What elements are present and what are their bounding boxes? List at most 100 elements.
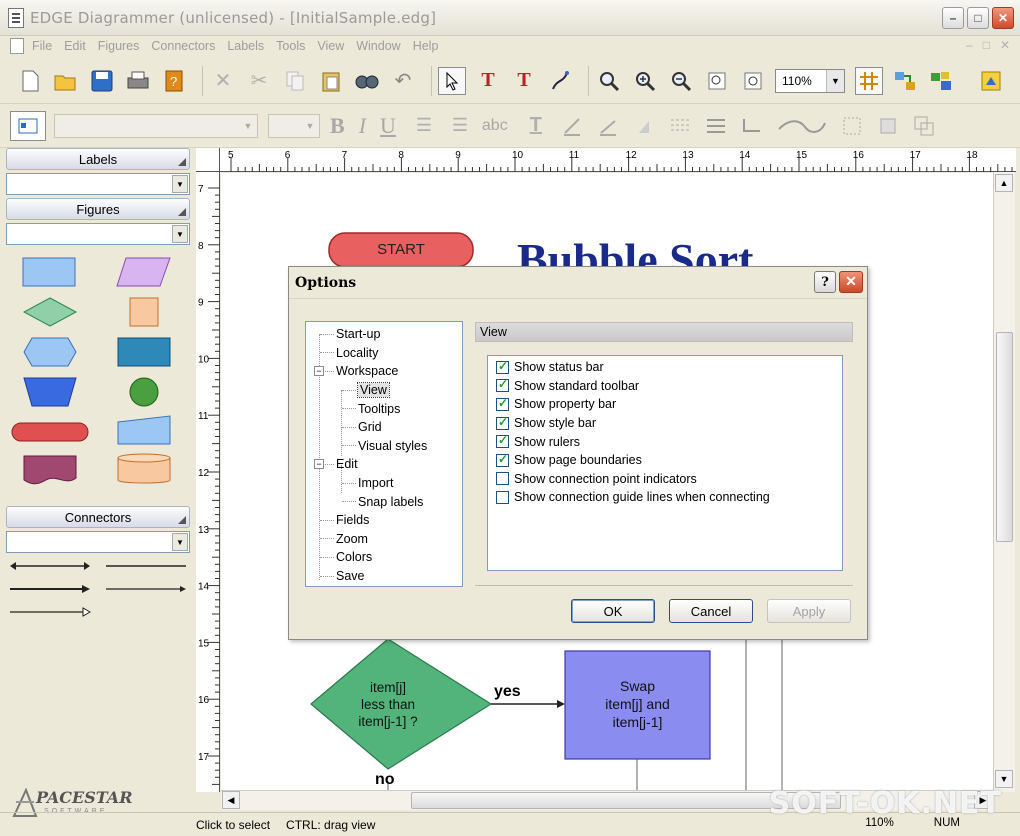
underline-button[interactable]: U	[380, 113, 396, 139]
tree-item-zoom[interactable]: Zoom	[306, 530, 462, 549]
option-show-connection-point-indicators[interactable]: Show connection point indicators	[496, 470, 842, 489]
connect-tool-icon[interactable]	[546, 67, 574, 95]
bring-front-icon[interactable]	[838, 112, 866, 140]
chevron-down-icon[interactable]: ▼	[239, 115, 257, 137]
scroll-left-button[interactable]: ◀	[222, 791, 240, 809]
vertical-scrollbar[interactable]: ▲ ▼	[993, 172, 1015, 792]
cancel-button[interactable]: Cancel	[669, 599, 753, 623]
curve-icon[interactable]	[774, 112, 830, 140]
collapse-toggle-icon[interactable]: −	[314, 459, 324, 470]
new-document-icon[interactable]	[16, 67, 44, 95]
parallelogram-figure[interactable]	[116, 256, 172, 288]
find-icon[interactable]	[353, 67, 381, 95]
connectors-panel-header[interactable]: Connectors	[6, 506, 190, 528]
text-color-icon[interactable]: T	[522, 112, 550, 140]
zoom-in-icon[interactable]	[631, 67, 659, 95]
ok-button[interactable]: OK	[571, 599, 655, 623]
option-show-connection-guide-lines[interactable]: Show connection guide lines when connect…	[496, 488, 842, 507]
pen-color-icon[interactable]	[594, 112, 622, 140]
menu-edit[interactable]: Edit	[64, 39, 86, 53]
align-left-icon[interactable]: ☰	[410, 112, 438, 140]
fill-color-icon[interactable]	[630, 112, 658, 140]
square-figure[interactable]	[128, 296, 160, 328]
zoom-page-icon[interactable]	[703, 67, 731, 95]
vertical-scroll-thumb[interactable]	[996, 332, 1013, 542]
chevron-down-icon[interactable]: ▼	[172, 533, 188, 551]
delete-icon[interactable]: ✕	[209, 67, 237, 95]
bold-button[interactable]: B	[330, 113, 345, 139]
checkbox[interactable]	[496, 359, 509, 374]
hexagon-figure[interactable]	[22, 336, 78, 368]
print-icon[interactable]	[124, 67, 152, 95]
plain-line-connector[interactable]	[104, 560, 188, 572]
menu-tools[interactable]: Tools	[276, 39, 305, 53]
maximize-button[interactable]: □	[967, 7, 989, 29]
grid-icon[interactable]	[855, 66, 883, 95]
dialog-close-button[interactable]: ✕	[839, 271, 863, 293]
tree-item-view[interactable]: View	[306, 381, 462, 400]
chevron-down-icon[interactable]: ▼	[826, 69, 844, 92]
open-arrow-connector[interactable]	[8, 606, 92, 618]
trapezoid-figure[interactable]	[22, 376, 78, 408]
checkbox[interactable]	[496, 377, 509, 393]
menu-labels[interactable]: Labels	[227, 39, 264, 53]
menu-window[interactable]: Window	[356, 39, 400, 53]
labels-panel-header[interactable]: Labels	[6, 148, 190, 170]
cylinder-figure[interactable]	[116, 452, 172, 486]
tree-item-colors[interactable]: Colors	[306, 548, 462, 567]
text-tool-icon[interactable]: T	[474, 67, 502, 95]
dialog-help-button[interactable]: ?	[814, 271, 836, 293]
tree-item-fields[interactable]: Fields	[306, 511, 462, 530]
rectangle-figure[interactable]	[22, 256, 78, 288]
collapse-toggle-icon[interactable]: −	[314, 366, 324, 377]
zoom-icon[interactable]	[595, 67, 623, 95]
cut-icon[interactable]: ✂	[245, 67, 273, 95]
connectors-palette-icon[interactable]	[891, 67, 919, 95]
option-show-rulers[interactable]: Show rulers	[496, 432, 842, 451]
figures-palette-icon[interactable]	[927, 67, 955, 95]
tree-item-visual-styles[interactable]: Visual styles	[306, 437, 462, 456]
chevron-down-icon[interactable]: ▼	[301, 115, 319, 137]
connector-style-icon[interactable]	[738, 112, 766, 140]
apply-button[interactable]: Apply	[767, 599, 851, 623]
save-icon[interactable]	[88, 67, 116, 95]
document-figure[interactable]	[22, 454, 78, 486]
checkbox[interactable]	[496, 415, 509, 430]
zoom-out-icon[interactable]	[667, 67, 695, 95]
doc-close-button[interactable]: ✕	[1000, 38, 1010, 52]
minimize-button[interactable]: –	[942, 7, 964, 29]
tree-item-workspace[interactable]: − Workspace	[306, 362, 462, 381]
font-name-select[interactable]: ▼	[54, 113, 258, 138]
document-icon[interactable]	[10, 38, 24, 54]
font-size-select[interactable]: ▼	[268, 113, 320, 138]
circle-figure[interactable]	[128, 376, 160, 408]
connectors-select[interactable]: ▼	[6, 531, 190, 553]
menu-file[interactable]: File	[32, 39, 52, 53]
doc-restore-button[interactable]: □	[983, 38, 990, 52]
layout-icon[interactable]	[10, 110, 46, 141]
scroll-up-button[interactable]: ▲	[995, 174, 1013, 192]
tree-item-save[interactable]: Save	[306, 567, 462, 586]
line-style-icon[interactable]	[666, 112, 694, 140]
copy-icon[interactable]	[281, 67, 309, 95]
select-pointer-icon[interactable]	[438, 66, 466, 95]
thin-arrow-connector[interactable]	[104, 583, 188, 595]
doc-minimize-button[interactable]: –	[966, 38, 973, 52]
menu-connectors[interactable]: Connectors	[151, 39, 215, 53]
tree-item-edit[interactable]: − Edit	[306, 455, 462, 474]
zoom-selection-icon[interactable]	[739, 67, 767, 95]
close-button[interactable]: ✕	[992, 7, 1014, 29]
diamond-figure[interactable]	[22, 296, 78, 328]
labels-select[interactable]: ▼	[6, 173, 190, 195]
chevron-down-icon[interactable]: ▼	[172, 175, 188, 193]
option-show-status-bar[interactable]: Show status bar	[496, 358, 842, 377]
zoom-select[interactable]: 110% ▼	[775, 68, 845, 93]
checkbox[interactable]	[496, 452, 509, 467]
text-style-button[interactable]: abc	[482, 117, 508, 135]
figures-panel-header[interactable]: Figures	[6, 198, 190, 220]
checkbox[interactable]	[496, 396, 509, 411]
double-arrow-connector[interactable]	[8, 560, 92, 572]
tree-item-import[interactable]: Import	[306, 474, 462, 493]
menu-figures[interactable]: Figures	[98, 39, 140, 53]
tree-item-tooltips[interactable]: Tooltips	[306, 399, 462, 418]
